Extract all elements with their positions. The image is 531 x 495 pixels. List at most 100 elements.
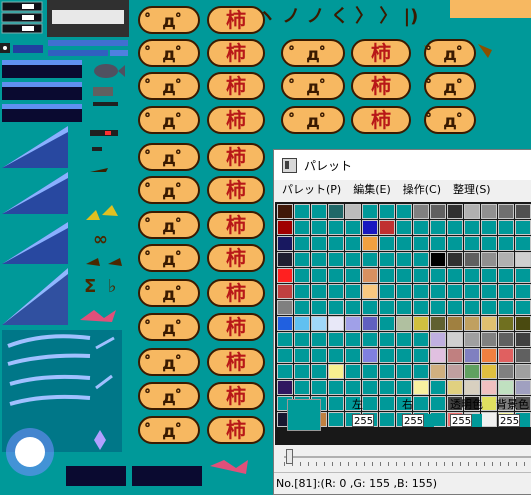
left-color-value[interactable]: 255 — [352, 414, 374, 427]
palette-swatch[interactable] — [413, 348, 429, 363]
palette-swatch[interactable] — [481, 268, 497, 283]
palette-swatch[interactable] — [379, 236, 395, 251]
palette-swatch[interactable] — [447, 316, 463, 331]
palette-swatch[interactable] — [430, 332, 446, 347]
palette-swatch[interactable] — [396, 332, 412, 347]
palette-swatch[interactable] — [379, 332, 395, 347]
palette-swatch[interactable] — [515, 364, 531, 379]
palette-swatch[interactable] — [345, 284, 361, 299]
palette-swatch[interactable] — [498, 300, 514, 315]
palette-swatch[interactable] — [379, 284, 395, 299]
palette-swatch[interactable] — [277, 252, 293, 267]
brightness-slider[interactable] — [284, 446, 531, 468]
palette-swatch[interactable] — [362, 268, 378, 283]
palette-swatch[interactable] — [362, 332, 378, 347]
palette-swatch[interactable] — [515, 236, 531, 251]
palette-swatch[interactable] — [430, 348, 446, 363]
palette-swatch[interactable] — [481, 284, 497, 299]
palette-swatch[interactable] — [396, 268, 412, 283]
palette-swatch[interactable] — [515, 316, 531, 331]
palette-swatch[interactable] — [277, 236, 293, 251]
palette-swatch[interactable] — [481, 252, 497, 267]
palette-swatch[interactable] — [277, 300, 293, 315]
palette-swatch[interactable] — [277, 204, 293, 219]
palette-swatch[interactable] — [447, 364, 463, 379]
palette-swatch[interactable] — [481, 380, 497, 395]
palette-swatch[interactable] — [498, 252, 514, 267]
palette-swatch[interactable] — [294, 348, 310, 363]
palette-swatch[interactable] — [311, 332, 327, 347]
palette-swatch[interactable] — [362, 284, 378, 299]
palette-swatch[interactable] — [362, 364, 378, 379]
palette-swatch[interactable] — [464, 332, 480, 347]
palette-swatch[interactable] — [294, 204, 310, 219]
palette-swatch[interactable] — [515, 300, 531, 315]
palette-swatch[interactable] — [294, 236, 310, 251]
palette-swatch[interactable] — [379, 204, 395, 219]
palette-swatch[interactable] — [379, 300, 395, 315]
palette-swatch[interactable] — [396, 300, 412, 315]
background-color-box[interactable]: 255 — [498, 413, 530, 428]
palette-swatch[interactable] — [294, 316, 310, 331]
palette-swatch[interactable] — [413, 380, 429, 395]
palette-swatch[interactable] — [277, 316, 293, 331]
palette-swatch[interactable] — [447, 300, 463, 315]
palette-swatch[interactable] — [379, 268, 395, 283]
palette-swatch[interactable] — [362, 316, 378, 331]
right-color-box[interactable]: 255 — [402, 413, 434, 428]
palette-swatch-grid[interactable] — [277, 204, 531, 427]
palette-window[interactable]: パレット パレット(P) 編集(E) 操作(C) 整理(S) 左 右 透明色 背… — [273, 149, 531, 495]
palette-swatch[interactable] — [447, 348, 463, 363]
palette-swatch[interactable] — [430, 380, 446, 395]
palette-swatch[interactable] — [311, 268, 327, 283]
palette-swatch[interactable] — [328, 300, 344, 315]
palette-swatch[interactable] — [345, 204, 361, 219]
palette-swatch[interactable] — [430, 236, 446, 251]
palette-swatch[interactable] — [498, 364, 514, 379]
palette-swatch[interactable] — [311, 236, 327, 251]
palette-swatch[interactable] — [430, 300, 446, 315]
palette-swatch[interactable] — [430, 204, 446, 219]
transparent-color-box[interactable]: 255 — [450, 413, 482, 428]
palette-swatch[interactable] — [328, 204, 344, 219]
palette-swatch[interactable] — [362, 348, 378, 363]
palette-swatch[interactable] — [430, 316, 446, 331]
palette-swatch[interactable] — [413, 364, 429, 379]
palette-swatch[interactable] — [430, 252, 446, 267]
palette-swatch[interactable] — [498, 332, 514, 347]
palette-swatch[interactable] — [464, 348, 480, 363]
palette-swatch[interactable] — [362, 252, 378, 267]
palette-swatch[interactable] — [362, 220, 378, 235]
palette-swatch[interactable] — [396, 348, 412, 363]
current-color-swatch[interactable] — [287, 399, 321, 431]
palette-swatch[interactable] — [277, 284, 293, 299]
palette-swatch[interactable] — [447, 252, 463, 267]
palette-swatch[interactable] — [294, 332, 310, 347]
palette-swatch[interactable] — [464, 364, 480, 379]
palette-swatch[interactable] — [481, 364, 497, 379]
palette-swatch[interactable] — [430, 220, 446, 235]
title-bar[interactable]: パレット — [274, 150, 531, 180]
palette-swatch[interactable] — [294, 364, 310, 379]
palette-swatch[interactable] — [294, 268, 310, 283]
palette-swatch[interactable] — [498, 236, 514, 251]
palette-swatch[interactable] — [277, 268, 293, 283]
transparent-color-value[interactable]: 255 — [450, 414, 472, 427]
palette-swatch[interactable] — [481, 236, 497, 251]
palette-swatch[interactable] — [413, 300, 429, 315]
palette-swatch[interactable] — [430, 364, 446, 379]
palette-swatch[interactable] — [413, 204, 429, 219]
palette-swatch[interactable] — [447, 380, 463, 395]
palette-swatch[interactable] — [498, 268, 514, 283]
palette-swatch[interactable] — [396, 252, 412, 267]
palette-swatch[interactable] — [396, 236, 412, 251]
palette-swatch[interactable] — [311, 284, 327, 299]
palette-swatch[interactable] — [379, 316, 395, 331]
palette-swatch[interactable] — [328, 268, 344, 283]
palette-swatch[interactable] — [294, 380, 310, 395]
palette-swatch[interactable] — [464, 316, 480, 331]
palette-swatch[interactable] — [277, 220, 293, 235]
palette-swatch[interactable] — [481, 316, 497, 331]
palette-swatch[interactable] — [481, 332, 497, 347]
palette-swatch[interactable] — [345, 364, 361, 379]
